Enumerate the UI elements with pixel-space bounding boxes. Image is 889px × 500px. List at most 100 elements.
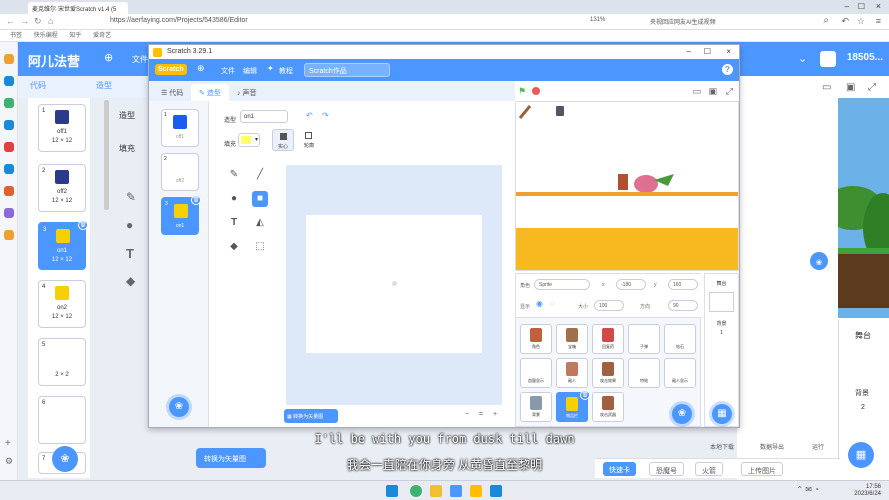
url-input[interactable]: https://aerfaying.com/Projects/543586/Ed… [110,17,248,24]
zoom-reset-icon[interactable]: = [476,411,486,421]
y-input[interactable]: 160 [668,279,698,290]
backdrop-add-icon[interactable]: ▦ [712,404,732,424]
size-input[interactable]: 100 [594,300,624,311]
browser-tab[interactable]: 麦克维尔·宋世爱Scratch v1.4 (5 [28,2,128,14]
store-taskbar-icon[interactable] [450,485,462,497]
brush-tool-icon[interactable]: ✎ [226,167,242,183]
globe-icon[interactable]: ⊕ [104,51,113,64]
drawing-canvas[interactable] [306,215,482,353]
app-icon[interactable] [4,164,14,174]
scratch-taskbar-icon[interactable] [470,485,482,497]
mode-filled-button[interactable]: 实心 [272,129,294,151]
tutorials-icon[interactable]: ✦ [267,64,274,73]
star-icon[interactable]: ☆ [857,16,865,27]
eraser-tool-icon[interactable]: ◆ [226,239,242,255]
show-visible-icon[interactable]: ◉ [536,299,543,308]
circle-tool-icon[interactable]: ● [226,191,242,207]
text-icon[interactable]: T [126,246,134,261]
app-icon[interactable] [4,186,14,196]
costume-item[interactable]: 1 off1 [161,109,199,147]
globe-icon[interactable]: ⊕ [197,63,205,74]
stage-thumbnail[interactable] [709,292,734,312]
sprite-item[interactable]: 攻击效果 [592,358,624,388]
menu-icon[interactable]: ≡ [876,16,881,26]
fill-tool-icon[interactable]: ◭ [252,215,268,231]
tray-icons[interactable]: ⌃ ✉ ◔ [796,485,819,494]
small-stage-icon[interactable]: ▭ [692,86,701,97]
canvas-area[interactable] [286,165,502,405]
tab-costumes[interactable]: 造型 [96,80,112,91]
layout-large-icon[interactable]: ▣ [846,82,855,93]
project-title-input[interactable]: Scratch作品 [304,63,390,77]
tab-sounds[interactable]: ♪ 声音 [229,84,264,101]
sprite-item[interactable]: 血量显示 [520,358,552,388]
app-icon[interactable] [4,76,14,86]
sprite-item[interactable]: 回复药 [592,324,624,354]
clock[interactable]: 17:56 2023/6/24 [854,484,881,498]
sprite-name-input[interactable]: Sprite [534,279,590,290]
app-taskbar-icon[interactable] [490,485,502,497]
zoom-level[interactable]: 131% [590,17,605,23]
bookmark-item[interactable]: 爱奇艺 [93,33,111,39]
select-tool-icon[interactable]: ⬚ [252,239,268,255]
site-logo[interactable]: 阿儿法营 [28,51,80,70]
stop-icon[interactable] [532,87,540,95]
circle-icon[interactable]: ● [126,218,133,232]
menu-file[interactable]: 文件 [221,66,235,76]
app-icon[interactable] [4,208,14,218]
close-icon[interactable]: × [726,47,731,56]
maximize-icon[interactable]: ☐ [858,2,865,11]
costume-name-input[interactable]: on1 [240,110,288,123]
sprite-item[interactable]: 物品栏 🗑 [556,390,590,422]
sprite-item[interactable]: 角色 [520,324,552,354]
start-icon[interactable] [386,485,398,497]
direction-input[interactable]: 90 [668,300,698,311]
green-flag-icon[interactable]: ⚑ [518,86,526,97]
avatar[interactable] [820,51,836,67]
back-icon[interactable]: ← [6,16,15,26]
search-icon[interactable]: ⌕ [823,15,829,26]
menu-edit[interactable]: 编辑 [243,66,257,76]
brush-icon[interactable]: ✎ [126,190,136,204]
sprite-item[interactable]: 宝箱 [556,324,588,354]
text-tool-icon[interactable]: T [226,215,242,231]
line-tool-icon[interactable]: ╱ [252,167,268,183]
app-icon[interactable] [4,142,14,152]
fullscreen-icon[interactable]: ⤢ [726,86,733,97]
sprite-item[interactable]: 钻石 [664,324,696,354]
delete-icon[interactable]: 🗑 [580,390,590,400]
undo-icon[interactable]: ↶ [306,111,313,120]
folder-taskbar-icon[interactable] [430,485,442,497]
costume-add-icon[interactable]: ❀ [169,397,189,417]
browser-taskbar-icon[interactable] [410,485,422,497]
sprite-item[interactable]: 敌人 [556,358,588,388]
eraser-icon[interactable]: ◆ [126,274,135,288]
user-name[interactable]: 18505... [847,52,883,63]
app-icon[interactable] [4,54,14,64]
layout-small-icon[interactable]: ▭ [822,82,831,93]
bookmark-item[interactable]: 书签 [10,33,22,39]
file-menu[interactable]: 文件 [132,54,148,65]
x-input[interactable]: -180 [616,279,646,290]
show-hidden-icon[interactable]: ◌ [550,299,555,308]
menu-tutorials[interactable]: 教程 [279,66,293,76]
app-icon[interactable] [4,230,14,240]
bookmark-item[interactable]: 知乎 [69,33,81,39]
large-stage-icon[interactable]: ▣ [708,86,717,97]
tab-code[interactable]: ☰ 代码 [153,84,191,101]
chevron-down-icon[interactable]: ⌄ [798,52,807,65]
reload-icon[interactable]: ↻ [34,16,42,27]
bg-costume-item[interactable]: 4 on2 12 × 12 [38,280,86,328]
app-icon[interactable] [4,120,14,130]
minimize-icon[interactable]: – [845,2,849,11]
home-icon[interactable]: ⌂ [48,16,53,26]
bg-costume-item[interactable]: 3 on1 12 × 12 🗑 [38,220,88,270]
costume-item[interactable]: 2 off2 [161,153,199,191]
bg-costume-item[interactable]: 2 off2 12 × 12 [38,164,86,212]
sprite-item[interactable]: 敌人显示 [664,358,696,388]
scratch-logo[interactable]: Scratch [155,64,187,75]
sprite-item[interactable]: 特效 [628,358,660,388]
bg-costume-item[interactable]: 1 off1 12 × 12 [38,104,86,152]
redo-icon[interactable]: ↷ [322,111,329,120]
app-icon[interactable] [4,98,14,108]
